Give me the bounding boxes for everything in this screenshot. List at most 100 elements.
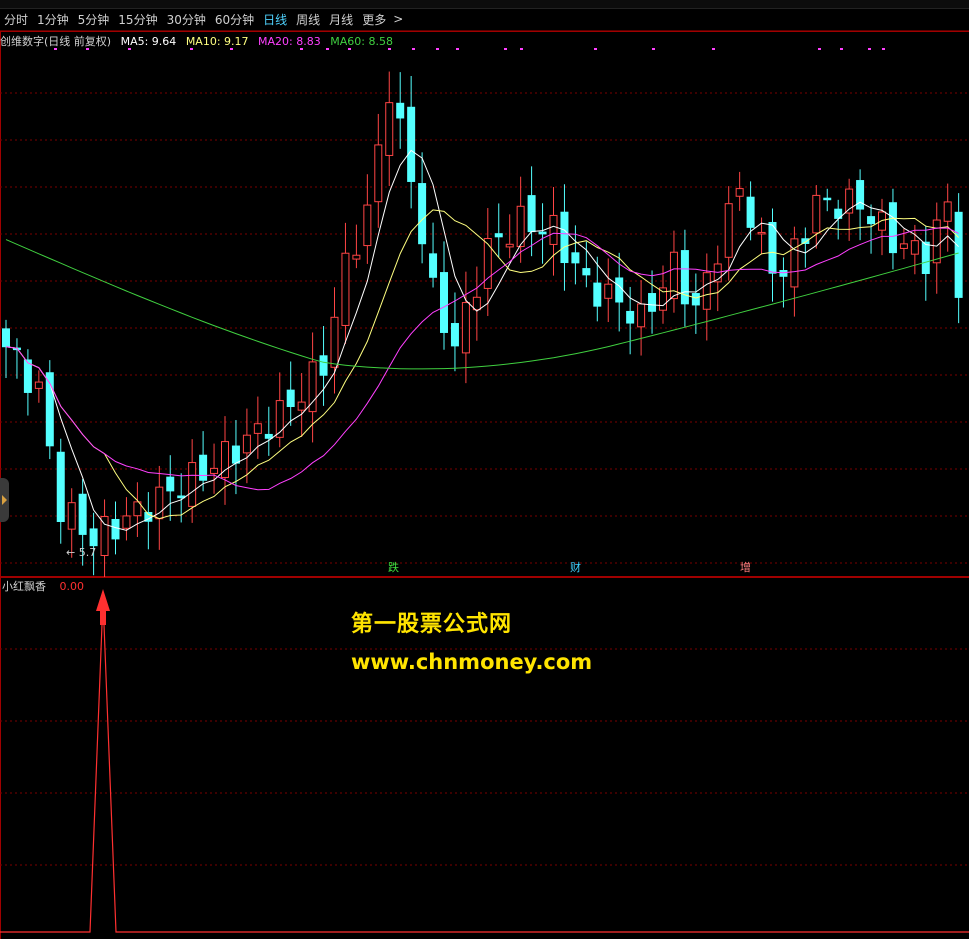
candle-body bbox=[67, 502, 76, 530]
period-tab-4[interactable]: 30分钟 bbox=[163, 11, 211, 28]
candle bbox=[549, 187, 558, 276]
candle bbox=[429, 222, 438, 288]
candle-body bbox=[286, 389, 295, 408]
candle-body bbox=[330, 316, 339, 368]
candle-body bbox=[910, 240, 919, 255]
panel-collapse-handle[interactable] bbox=[0, 478, 9, 522]
period-tab-7[interactable]: 周线 bbox=[292, 11, 325, 28]
candle-body bbox=[790, 238, 799, 288]
watermark: 第一股票公式网 www.chnmoney.com bbox=[351, 606, 592, 674]
event-marker[interactable]: 跌 bbox=[388, 559, 399, 575]
candle-body bbox=[549, 214, 558, 245]
candle-body bbox=[264, 433, 273, 439]
candle bbox=[845, 178, 854, 241]
candle-body bbox=[702, 272, 711, 310]
candle-body bbox=[253, 423, 262, 434]
event-marker[interactable]: 增 bbox=[740, 559, 751, 575]
signal-dot bbox=[436, 48, 439, 50]
candle-body bbox=[921, 241, 930, 274]
period-tab-8[interactable]: 月线 bbox=[325, 11, 358, 28]
candle-body bbox=[34, 381, 43, 389]
candle-body bbox=[954, 211, 963, 298]
candle-body bbox=[943, 201, 952, 222]
signal-dot bbox=[504, 48, 507, 50]
candle bbox=[779, 257, 788, 308]
candle bbox=[188, 439, 197, 523]
candle bbox=[264, 406, 273, 456]
candle-body bbox=[527, 195, 536, 233]
candle bbox=[472, 266, 481, 341]
candle bbox=[133, 482, 142, 537]
candle-body bbox=[188, 462, 197, 507]
period-tab-0[interactable]: 分时 bbox=[0, 11, 33, 28]
indicator-info: 小红飘香 0.00 bbox=[2, 578, 84, 594]
period-tab-3[interactable]: 15分钟 bbox=[114, 11, 162, 28]
candle-body bbox=[297, 401, 306, 411]
candle-body bbox=[571, 252, 580, 264]
candle-body bbox=[801, 238, 810, 244]
candle-body bbox=[505, 243, 514, 248]
candle bbox=[363, 174, 372, 264]
main-chart-info: 创维数字(日线 前复权) MA5: 9.64 MA10: 9.17 MA20: … bbox=[0, 33, 399, 49]
watermark-url: www.chnmoney.com bbox=[351, 650, 593, 674]
candle bbox=[144, 492, 153, 550]
candle-body bbox=[823, 197, 832, 201]
candle bbox=[319, 326, 328, 406]
candle bbox=[155, 465, 164, 550]
ma5-label: MA5: 9.64 bbox=[120, 35, 177, 48]
candle-body bbox=[724, 203, 733, 258]
signal-dot bbox=[412, 48, 415, 50]
ma10-label: MA10: 9.17 bbox=[185, 35, 249, 48]
signal-dot bbox=[520, 48, 523, 50]
event-marker[interactable]: 财 bbox=[570, 559, 581, 575]
candle-body bbox=[867, 216, 876, 225]
candle-body bbox=[429, 253, 438, 278]
candle bbox=[801, 227, 810, 268]
candle bbox=[330, 287, 339, 394]
period-tab-6[interactable]: 日线 bbox=[259, 11, 292, 28]
period-tab-5[interactable]: 60分钟 bbox=[211, 11, 259, 28]
candle-body bbox=[210, 467, 219, 474]
candle bbox=[308, 332, 317, 443]
candle bbox=[626, 286, 635, 355]
candle-body bbox=[593, 282, 602, 307]
watermark-title: 第一股票公式网 bbox=[351, 612, 513, 637]
candle-body bbox=[231, 445, 240, 464]
candle-body bbox=[637, 303, 646, 328]
candle bbox=[878, 198, 886, 256]
candle bbox=[461, 271, 470, 384]
candle bbox=[527, 166, 536, 257]
candle-body bbox=[494, 233, 503, 238]
period-tab-9[interactable]: 更多 bbox=[358, 11, 391, 28]
candle-body bbox=[878, 211, 886, 231]
candle-body bbox=[363, 204, 372, 247]
period-tab-2[interactable]: 5分钟 bbox=[74, 11, 115, 28]
candle-body bbox=[199, 454, 208, 481]
candlestick-chart[interactable]: ← 5.7 bbox=[0, 31, 969, 577]
candle-body bbox=[648, 293, 657, 312]
candle bbox=[724, 186, 733, 281]
candle bbox=[418, 152, 427, 264]
candle bbox=[648, 270, 657, 334]
period-tab-1[interactable]: 1分钟 bbox=[33, 11, 74, 28]
candle bbox=[812, 185, 821, 249]
candle bbox=[910, 224, 919, 275]
more-chevron-icon[interactable]: > bbox=[393, 12, 403, 26]
candle-body bbox=[56, 451, 65, 522]
ma20-label: MA20: 8.83 bbox=[258, 35, 321, 48]
ma60-label: MA60: 8.58 bbox=[330, 35, 393, 48]
candle bbox=[221, 416, 229, 505]
candle bbox=[637, 280, 646, 356]
candle-body bbox=[319, 355, 328, 376]
candle bbox=[56, 438, 65, 544]
signal-dot bbox=[652, 48, 655, 50]
candle-body bbox=[461, 302, 470, 354]
candle-body bbox=[768, 222, 777, 274]
candle-body bbox=[122, 515, 131, 529]
candle-body bbox=[932, 219, 941, 264]
candle-body bbox=[374, 144, 383, 203]
candle bbox=[867, 204, 876, 254]
candle bbox=[385, 71, 394, 186]
candle bbox=[374, 113, 383, 228]
candle bbox=[286, 361, 295, 426]
